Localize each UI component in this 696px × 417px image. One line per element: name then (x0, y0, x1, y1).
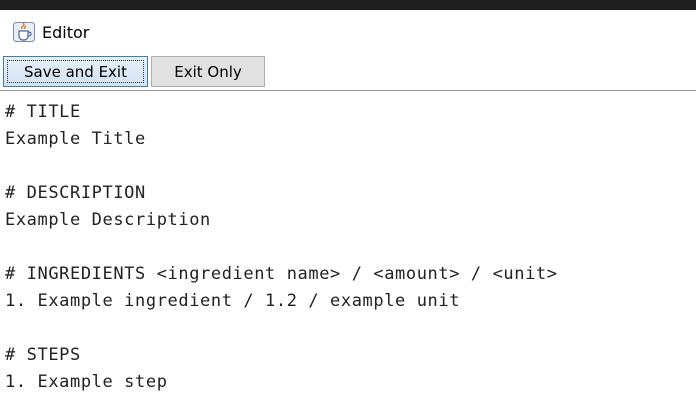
editor-line: # INGREDIENTS <ingredient name> / <amoun… (5, 264, 558, 284)
editor-line: # DESCRIPTION (5, 183, 146, 203)
window-title: Editor (42, 23, 90, 42)
exit-only-button[interactable]: Exit Only (151, 56, 265, 87)
editor-line: # TITLE (5, 102, 81, 122)
save-and-exit-label: Save and Exit (24, 62, 127, 81)
editor-line: # STEPS (5, 345, 81, 365)
editor-line: 1. Example step (5, 372, 168, 392)
editor-line: Example Description (5, 210, 211, 230)
text-editor-area[interactable]: # TITLE Example Title # DESCRIPTION Exam… (0, 91, 696, 417)
screen-top-strip (0, 0, 696, 10)
exit-only-label: Exit Only (174, 62, 242, 81)
toolbar: Save and Exit Exit Only (0, 54, 696, 91)
java-cup-icon (13, 22, 35, 42)
editor-line: 1. Example ingredient / 1.2 / example un… (5, 291, 461, 311)
editor-line: Example Title (5, 129, 146, 149)
save-and-exit-button[interactable]: Save and Exit (3, 56, 148, 87)
title-bar: Editor (0, 10, 696, 54)
